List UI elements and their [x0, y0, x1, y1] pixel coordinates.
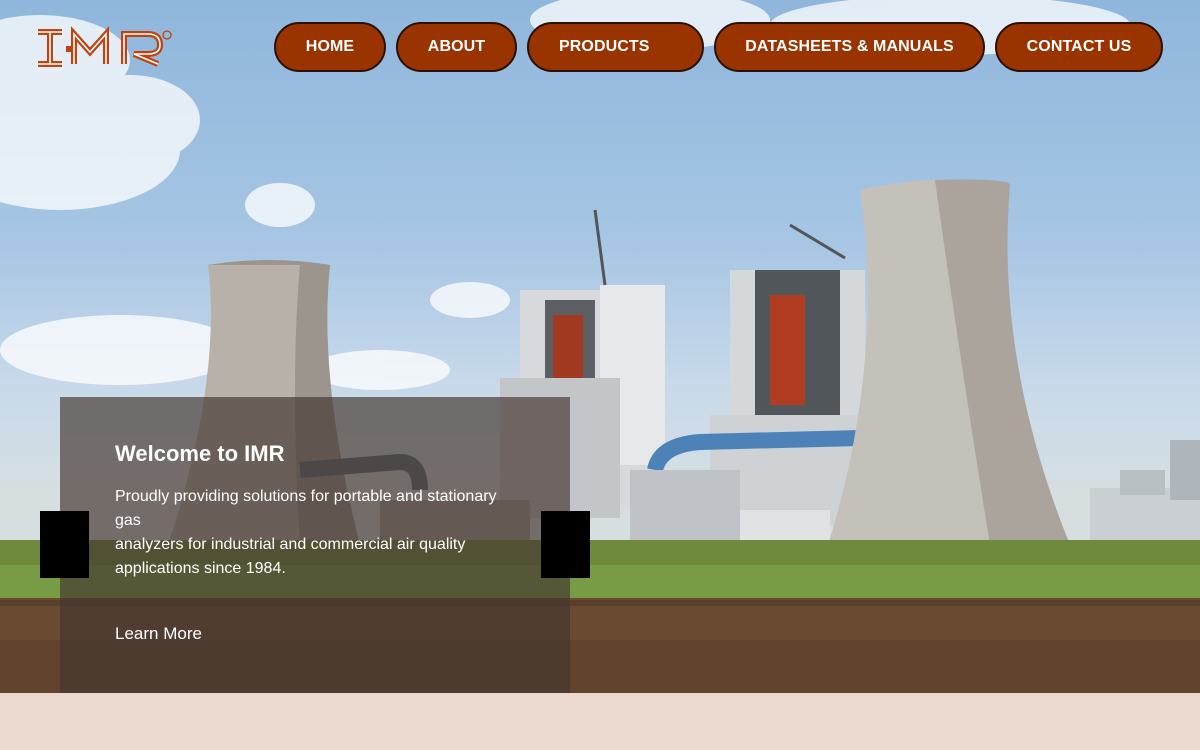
welcome-description: Proudly providing solutions for portable…: [115, 485, 515, 581]
nav-products-button[interactable]: PRODUCTS: [527, 22, 704, 72]
content-section-top: [0, 693, 1200, 750]
main-navigation: HOME ABOUT PRODUCTS DATASHEETS & MANUALS…: [0, 22, 1200, 72]
nav-datasheets-manuals-button[interactable]: DATASHEETS & MANUALS: [714, 22, 985, 72]
welcome-description-line-2: analyzers for industrial and commercial …: [115, 536, 466, 577]
welcome-description-line-1: Proudly providing solutions for portable…: [115, 488, 497, 529]
hero-banner: HOME ABOUT PRODUCTS DATASHEETS & MANUALS…: [0, 0, 1200, 693]
nav-home-button[interactable]: HOME: [274, 22, 386, 72]
nav-contact-us-button[interactable]: CONTACT US: [995, 22, 1163, 72]
welcome-title: Welcome to IMR: [115, 441, 285, 466]
welcome-panel: Welcome to IMR Proudly providing solutio…: [60, 397, 570, 693]
slider-next-icon[interactable]: [541, 511, 590, 578]
nav-about-button[interactable]: ABOUT: [396, 22, 517, 72]
learn-more-link[interactable]: Learn More: [115, 624, 202, 644]
slider-prev-icon[interactable]: [40, 511, 89, 578]
